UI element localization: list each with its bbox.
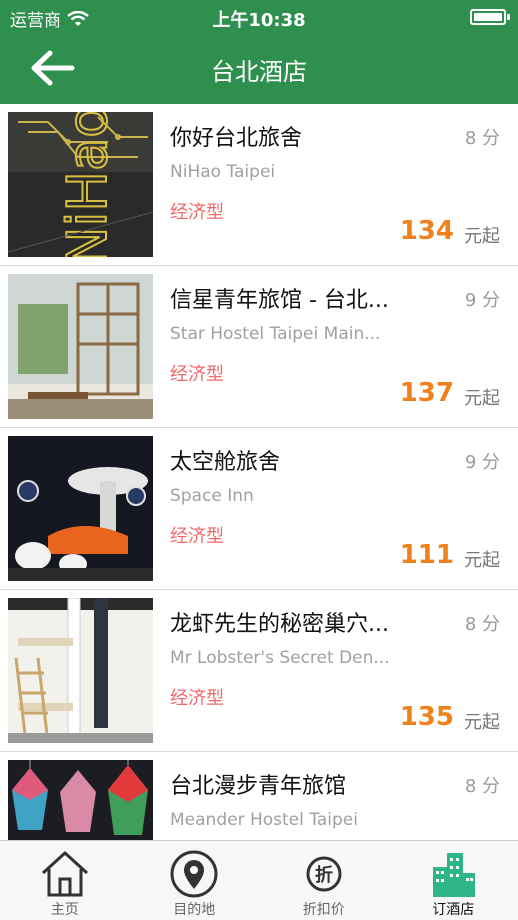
hotel-list-item[interactable]: NiHao 你好台北旅舍 8 分 NiHao Taipei 经济型 134 元起: [0, 104, 518, 266]
tab-label: 折扣价: [302, 902, 345, 918]
hotel-distance: 9 分: [464, 452, 500, 473]
location-pin-icon: [170, 850, 218, 898]
hotel-name: 你好台北旅舍: [170, 126, 303, 151]
hotel-type: 经济型: [170, 202, 224, 223]
price-unit: 元起: [464, 388, 500, 409]
price-unit: 元起: [464, 712, 500, 733]
hotel-distance: 9 分: [464, 290, 500, 311]
price-unit: 元起: [464, 226, 500, 247]
tab-bar: 主页 目的地 折 折扣价 订酒店: [0, 840, 518, 920]
tab-label: 目的地: [173, 902, 216, 918]
hotel-english-name: Mr Lobster's Secret Den...: [170, 648, 390, 668]
hotel-name: 太空舱旅舍: [170, 450, 281, 475]
hotel-english-name: Space Inn: [170, 486, 254, 506]
hotel-list[interactable]: NiHao 你好台北旅舍 8 分 NiHao Taipei 经济型 134 元起: [0, 104, 518, 840]
hotel-photo: [8, 436, 153, 581]
hotel-photo: [8, 274, 153, 419]
hotel-distance: 8 分: [464, 776, 500, 797]
hotel-photo: [8, 598, 153, 743]
hotel-type: 经济型: [170, 688, 224, 709]
tab-home[interactable]: 主页: [0, 841, 130, 920]
hotel-english-name: Star Hostel Taipei Main...: [170, 324, 381, 344]
hotel-english-name: Meander Hostel Taipei: [170, 810, 358, 830]
battery-icon: [470, 9, 510, 25]
hotel-photo: NiHao: [8, 112, 153, 257]
hotel-list-item[interactable]: 太空舱旅舍 9 分 Space Inn 经济型 111 元起: [0, 428, 518, 590]
home-icon: [41, 851, 88, 897]
status-time: 上午10:38: [212, 10, 306, 31]
hotel-english-name: NiHao Taipei: [170, 162, 276, 182]
hotel-name: 信星青年旅馆 - 台北...: [170, 288, 389, 313]
tab-label: 订酒店: [432, 902, 475, 918]
discount-icon: 折: [306, 856, 342, 892]
hotel-list-item[interactable]: 台北漫步青年旅馆 8 分 Meander Hostel Taipei: [0, 752, 518, 840]
price-unit: 元起: [464, 550, 500, 571]
hotel-distance: 8 分: [464, 128, 500, 149]
svg-text:NiHao: NiHao: [56, 112, 119, 257]
tab-destination[interactable]: 目的地: [130, 841, 260, 920]
hotel-name: 龙虾先生的秘密巢穴...: [170, 612, 389, 637]
hotel-price: 111: [399, 540, 454, 570]
hotel-list-item[interactable]: 龙虾先生的秘密巢穴... 8 分 Mr Lobster's Secret Den…: [0, 590, 518, 752]
hotel-buildings-icon: [433, 853, 476, 897]
tab-discount[interactable]: 折 折扣价: [259, 841, 389, 920]
page-title: 台北酒店: [211, 58, 307, 86]
hotel-name: 台北漫步青年旅馆: [170, 774, 347, 799]
hotel-price: 135: [399, 702, 454, 732]
hotel-list-item[interactable]: 信星青年旅馆 - 台北... 9 分 Star Hostel Taipei Ma…: [0, 266, 518, 428]
tab-label: 主页: [50, 902, 79, 918]
hotel-type: 经济型: [170, 526, 224, 547]
svg-text:折: 折: [315, 864, 333, 886]
hotel-price: 137: [399, 378, 454, 408]
status-bar: 运营商 上午10:38: [0, 0, 518, 36]
app-header: 运营商 上午10:38 台北酒店: [0, 0, 518, 104]
hotel-photo: [8, 760, 153, 840]
hotel-type: 经济型: [170, 364, 224, 385]
hotel-price: 134: [399, 216, 454, 246]
tab-book-hotel[interactable]: 订酒店: [389, 841, 518, 920]
hotel-distance: 8 分: [464, 614, 500, 635]
